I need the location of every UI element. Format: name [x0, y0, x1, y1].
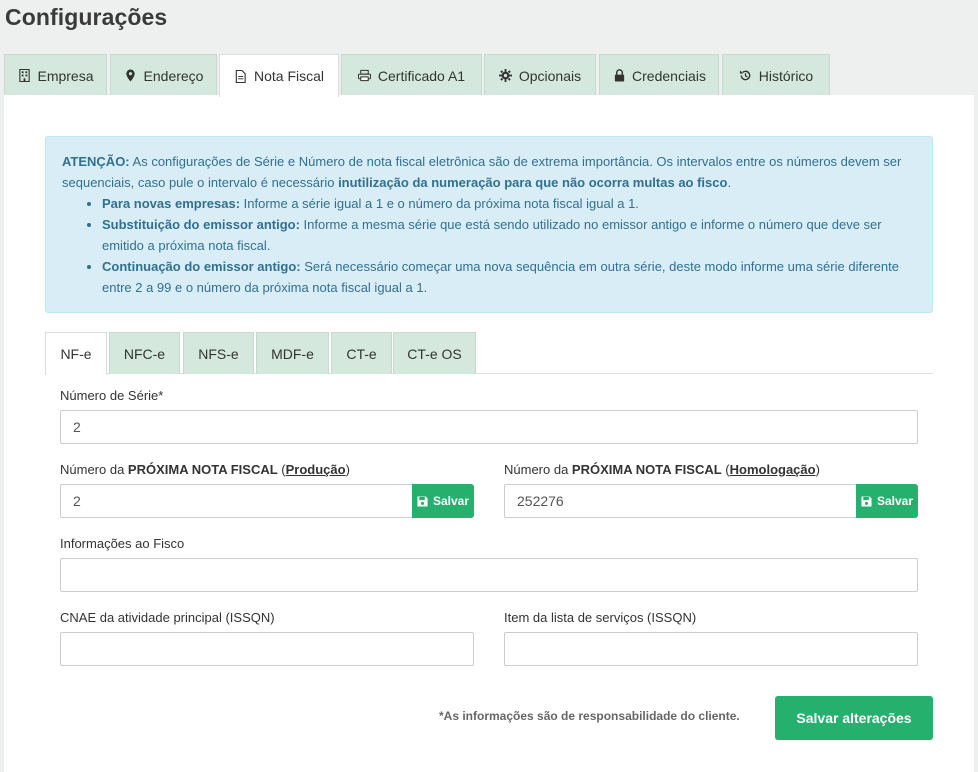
- tab-label: Credenciais: [632, 67, 706, 84]
- save-prod-button[interactable]: Salvar: [412, 484, 474, 518]
- subtab-cte[interactable]: CT-e: [331, 332, 392, 374]
- subtab-cte-os[interactable]: CT-e OS: [393, 332, 476, 374]
- tab-label: Histórico: [758, 67, 814, 84]
- tab-endereco[interactable]: Endereço: [110, 54, 217, 96]
- serie-label: Número de Série*: [60, 388, 164, 403]
- floppy-icon: [861, 495, 872, 507]
- save-prod-label: Salvar: [432, 494, 470, 508]
- prod-label-d: Produção: [285, 462, 346, 477]
- alert-list: Para novas empresas: Informe a série igu…: [62, 193, 916, 298]
- tab-label: Endereço: [143, 67, 204, 84]
- prod-label-b: PRÓXIMA NOTA FISCAL: [127, 462, 278, 477]
- homo-label-d: Homologação: [729, 462, 816, 477]
- alert-lead-bold: ATENÇÃO:: [62, 154, 130, 169]
- alert-item-bold: Continuação do emissor antigo:: [102, 259, 301, 274]
- alert-lead-end: .: [727, 175, 732, 190]
- settings-panel: ATENÇÃO: As configurações de Série e Núm…: [4, 95, 974, 772]
- alert-item-bold: Para novas empresas:: [102, 196, 241, 211]
- alert-item: Para novas empresas: Informe a série igu…: [102, 193, 916, 214]
- cnae-input[interactable]: [60, 632, 474, 666]
- prod-label-e: ): [345, 462, 350, 477]
- gear-icon: [499, 69, 513, 83]
- subtab-mdfe[interactable]: MDF-e: [256, 332, 329, 374]
- serie-input[interactable]: 2: [60, 410, 918, 444]
- subtab-nfse[interactable]: NFS-e: [183, 332, 254, 374]
- attention-alert: ATENÇÃO: As configurações de Série e Núm…: [45, 136, 933, 313]
- lock-icon: [612, 69, 626, 83]
- homo-number-label: Número da PRÓXIMA NOTA FISCAL (Homologaç…: [504, 462, 820, 477]
- tab-nota-fiscal[interactable]: Nota Fiscal: [219, 54, 339, 97]
- alert-item-text: Informe a série igual a 1 e o número da …: [240, 196, 639, 211]
- save-homo-button[interactable]: Salvar: [856, 484, 918, 518]
- page-title: Configurações: [5, 4, 168, 30]
- save-homo-label: Salvar: [876, 494, 914, 508]
- floppy-icon: [417, 495, 428, 507]
- document-type-tabs: NF-e NFC-e NFS-e MDF-e CT-e CT-e OS: [45, 332, 933, 375]
- tab-credenciais[interactable]: Credenciais: [599, 54, 719, 96]
- alert-item-bold: Substituição do emissor antigo:: [102, 217, 300, 232]
- tab-opcionais[interactable]: Opcionais: [484, 54, 596, 96]
- file-icon: [234, 69, 248, 83]
- homo-label-b: PRÓXIMA NOTA FISCAL: [571, 462, 722, 477]
- cnae-label: CNAE da atividade principal (ISSQN): [60, 610, 275, 625]
- prod-label-c: (: [277, 462, 286, 477]
- printer-icon: [358, 69, 372, 83]
- alert-intro: ATENÇÃO: As configurações de Série e Núm…: [62, 151, 916, 193]
- prod-number-input[interactable]: 2: [60, 484, 413, 518]
- tab-label: Opcionais: [518, 67, 582, 84]
- prod-label-a: Número da: [60, 462, 128, 477]
- fisco-label: Informações ao Fisco: [60, 536, 185, 551]
- save-changes-button[interactable]: Salvar alterações: [775, 696, 933, 740]
- map-marker-icon: [124, 69, 138, 83]
- tab-label: Nota Fiscal: [253, 68, 325, 84]
- responsibility-note: *As informações são de responsabilidade …: [439, 709, 740, 723]
- homo-label-c: (: [721, 462, 730, 477]
- tab-empresa[interactable]: Empresa: [4, 54, 107, 96]
- homo-number-input[interactable]: 252276: [504, 484, 857, 518]
- subtab-nfce[interactable]: NFC-e: [109, 332, 180, 374]
- tab-label: Certificado A1: [377, 67, 466, 84]
- alert-lead-bold2: inutilização da numeração para que não o…: [338, 175, 728, 190]
- fisco-input[interactable]: [60, 558, 918, 592]
- alert-item: Continuação do emissor antigo: Será nece…: [102, 256, 916, 298]
- prod-number-label: Número da PRÓXIMA NOTA FISCAL (Produção): [60, 462, 350, 477]
- tab-historico[interactable]: Histórico: [722, 54, 830, 96]
- tab-label: Empresa: [37, 67, 94, 84]
- homo-label-e: ): [815, 462, 820, 477]
- history-icon: [739, 69, 753, 83]
- subtab-nfe[interactable]: NF-e: [45, 332, 107, 375]
- service-item-label: Item da lista de serviços (ISSQN): [504, 610, 697, 625]
- alert-item: Substituição do emissor antigo: Informe …: [102, 214, 916, 256]
- service-item-input[interactable]: [504, 632, 918, 666]
- tab-certificado-a1[interactable]: Certificado A1: [341, 54, 482, 96]
- building-icon: [17, 69, 31, 83]
- homo-label-a: Número da: [504, 462, 572, 477]
